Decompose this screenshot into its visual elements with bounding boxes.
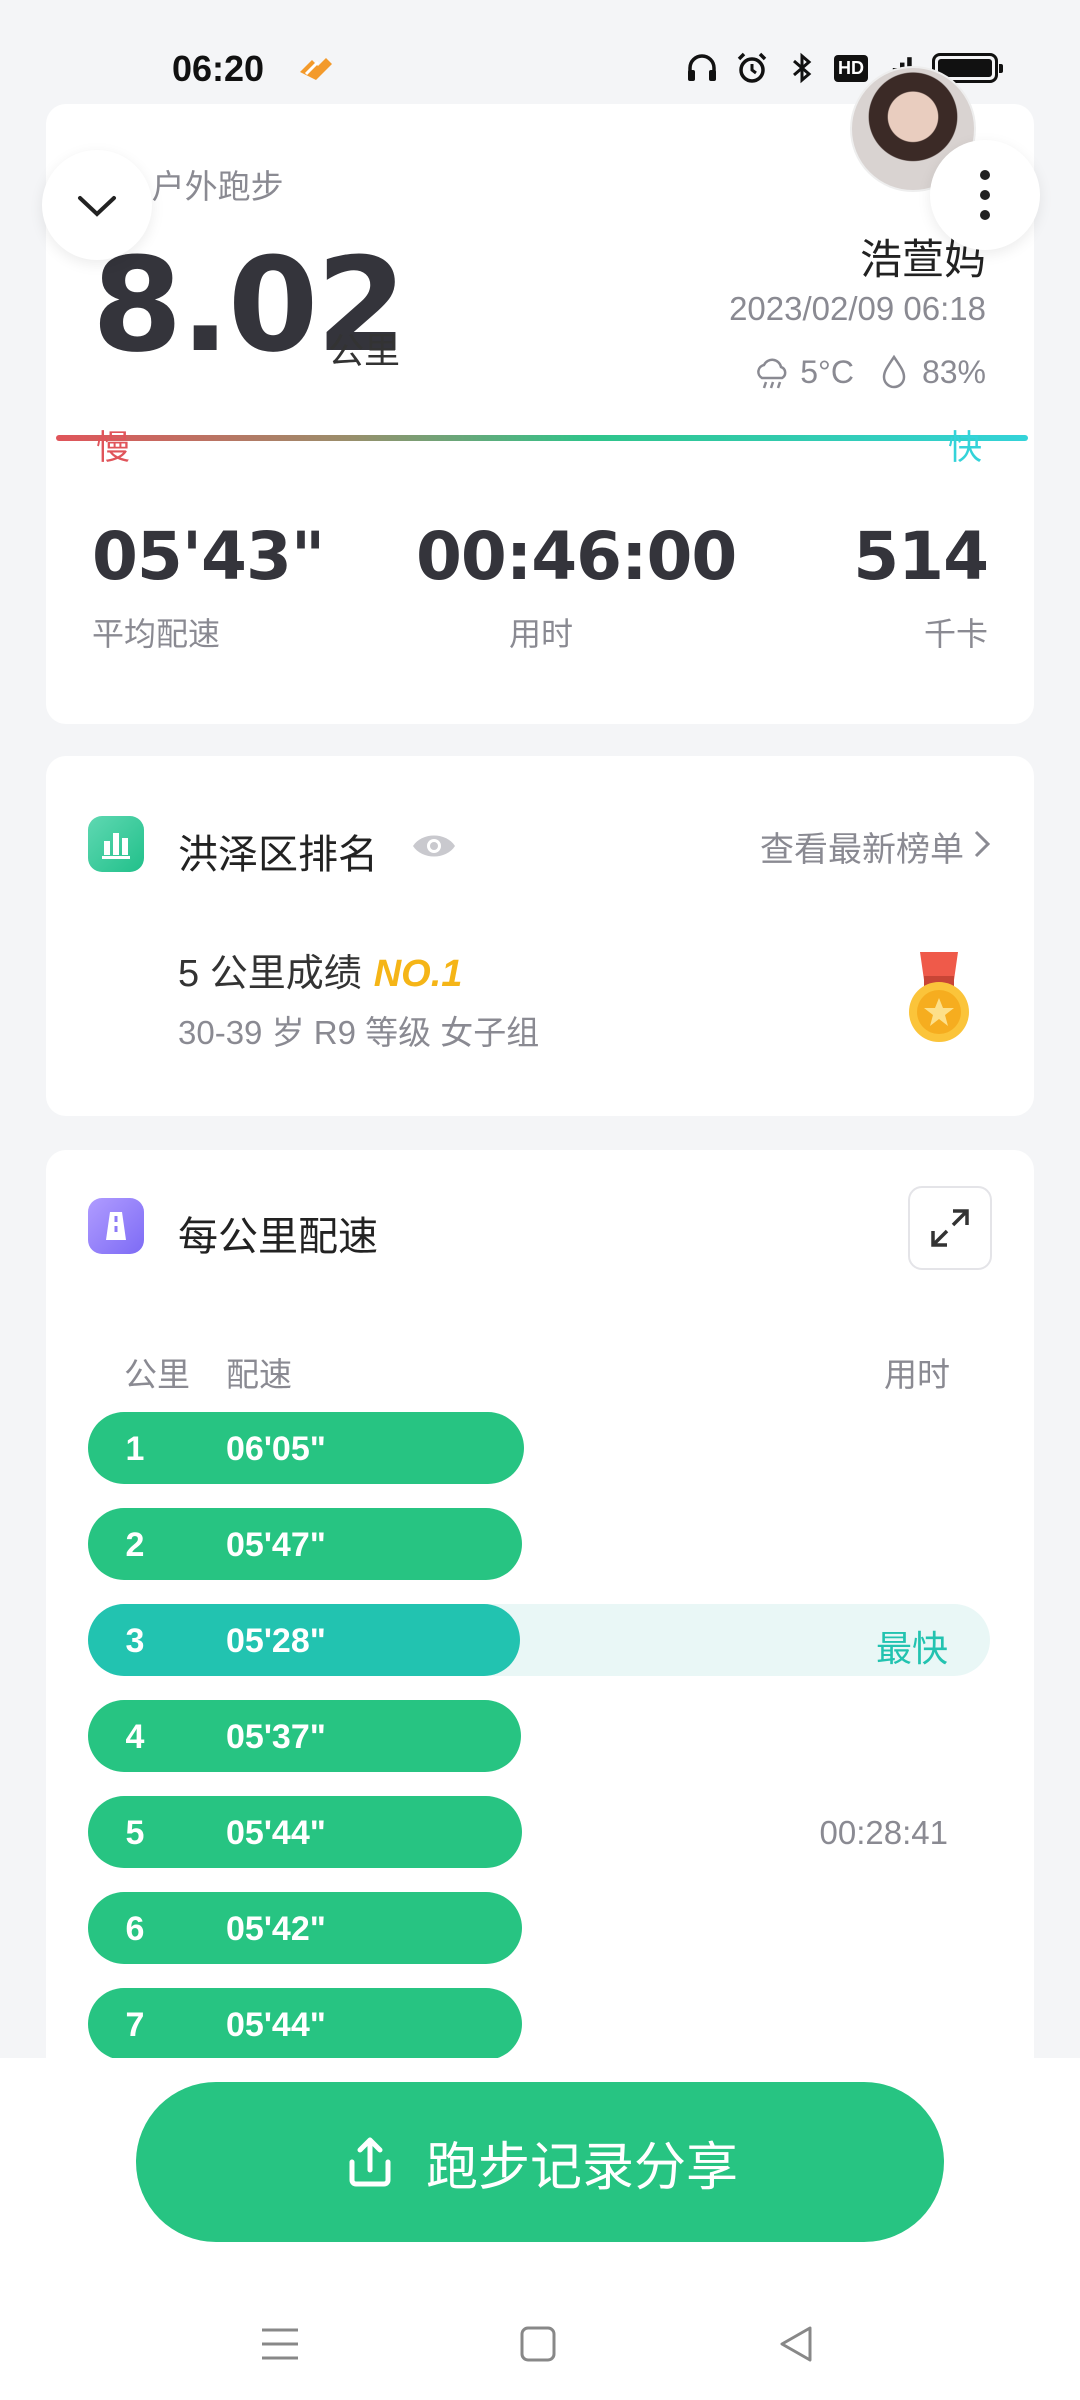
- nav-home-button[interactable]: [508, 2314, 568, 2374]
- split-km: 4: [125, 1718, 145, 1756]
- ranking-card: 洪泽区排名 查看最新榜单 5 公里成绩 NO.1 30-39 岁 R9 等级 女子…: [46, 756, 1034, 1116]
- ranking-title: 洪泽区排名: [178, 833, 378, 877]
- more-vertical-icon: [980, 170, 990, 220]
- split-pace: 05'42": [226, 1910, 326, 1948]
- column-km: 公里: [124, 1356, 190, 1393]
- split-km: 2: [125, 1526, 145, 1564]
- fastest-tag: 最快: [875, 1628, 948, 1669]
- chevron-down-icon: [78, 196, 116, 217]
- split-row: 4 05'37": [88, 1700, 990, 1772]
- gold-medal-icon: [909, 952, 969, 1042]
- avg-pace-label: 平均配速: [92, 616, 221, 652]
- splits-title: 每公里配速: [178, 1215, 378, 1259]
- humidity: 83%: [921, 353, 986, 390]
- nav-menu-button[interactable]: [250, 2314, 310, 2374]
- column-time: 用时: [884, 1356, 950, 1393]
- column-pace: 配速: [226, 1356, 292, 1393]
- split-pace: 05'37": [226, 1718, 326, 1756]
- duration-stat: 00:46:00 用时: [416, 518, 737, 655]
- split-km: 1: [125, 1430, 145, 1468]
- split-km: 6: [125, 1910, 145, 1948]
- split-pace: 05'44": [226, 2006, 326, 2044]
- bluetooth-icon: [793, 52, 812, 84]
- split-pace: 05'28": [226, 1622, 326, 1660]
- split-pace: 05'44": [226, 1814, 326, 1852]
- app-notification-icon: [300, 58, 332, 80]
- split-pace: 05'47": [226, 1526, 326, 1564]
- hd-badge: HD: [834, 54, 868, 82]
- avg-pace-value: 05'43": [92, 518, 325, 595]
- nav-back-button[interactable]: [766, 2314, 826, 2374]
- system-nav-bar: [0, 2300, 1080, 2380]
- split-row: 1 06'05": [88, 1412, 990, 1484]
- more-options-button[interactable]: [930, 140, 1040, 250]
- eye-icon[interactable]: [410, 828, 458, 864]
- split-km: 5: [125, 1814, 145, 1852]
- menu-icon: [262, 2328, 298, 2360]
- alarm-icon: [737, 52, 767, 83]
- home-square-icon: [520, 2326, 556, 2362]
- split-row: 6 05'42": [88, 1892, 990, 1964]
- splits-card: 每公里配速 公里 配速 用时 1 06'05" 2 05'47" 3 05'28" 最快 4 0…: [46, 1150, 1034, 2150]
- calories-stat: 514 千卡: [853, 518, 989, 655]
- ranking-group: 30-39 岁 R9 等级 女子组: [178, 1014, 540, 1051]
- pace-fast-label: 快: [948, 429, 982, 467]
- split-pace: 06'05": [226, 1430, 326, 1468]
- expand-icon: [931, 1209, 969, 1247]
- pace-slow-label: 慢: [96, 429, 130, 467]
- rank-number: NO.1: [373, 953, 463, 995]
- share-run-label: 跑步记录分享: [425, 2138, 738, 2197]
- view-leaderboard-link[interactable]: 查看最新榜单: [760, 822, 964, 871]
- split-row: 5 05'44" 00:28:41: [88, 1796, 990, 1868]
- share-icon: [349, 2137, 391, 2187]
- split-row: 7 05'44": [88, 1988, 990, 2060]
- collapse-button[interactable]: [42, 150, 152, 260]
- temperature: 5°C: [800, 353, 854, 390]
- cloud-rain-icon: [757, 358, 787, 389]
- ranking-result: 5 公里成绩 NO.1: [178, 942, 462, 997]
- road-icon: [88, 1198, 144, 1254]
- distance-unit: 公里: [328, 330, 401, 371]
- avg-pace-stat: 05'43" 平均配速: [92, 518, 325, 655]
- split-row: 2 05'47": [88, 1508, 990, 1580]
- headphones-icon: [688, 54, 716, 81]
- pace-gradient-bar: [56, 435, 1028, 441]
- split-elapsed-time: 00:28:41: [819, 1814, 948, 1851]
- humidity-drop-icon: [882, 354, 906, 389]
- share-run-button[interactable]: 跑步记录分享: [136, 2082, 944, 2242]
- split-row: 3 05'28" 最快: [88, 1604, 990, 1676]
- calories-value: 514: [853, 518, 989, 595]
- result-label: 5 公里成绩: [178, 953, 362, 995]
- calories-label: 千卡: [923, 616, 988, 652]
- duration-label: 用时: [508, 616, 573, 652]
- expand-button[interactable]: [908, 1186, 992, 1270]
- back-triangle-icon: [780, 2326, 812, 2362]
- weather-info: 5°C 83%: [752, 352, 986, 392]
- split-km: 3: [125, 1622, 145, 1660]
- duration-value: 00:46:00: [416, 518, 737, 595]
- chevron-right-icon[interactable]: [968, 826, 994, 862]
- split-km: 7: [125, 2006, 145, 2044]
- status-time: 06:20: [172, 48, 265, 89]
- run-datetime: 2023/02/09 06:18: [729, 290, 986, 327]
- leaderboard-icon: [88, 816, 144, 872]
